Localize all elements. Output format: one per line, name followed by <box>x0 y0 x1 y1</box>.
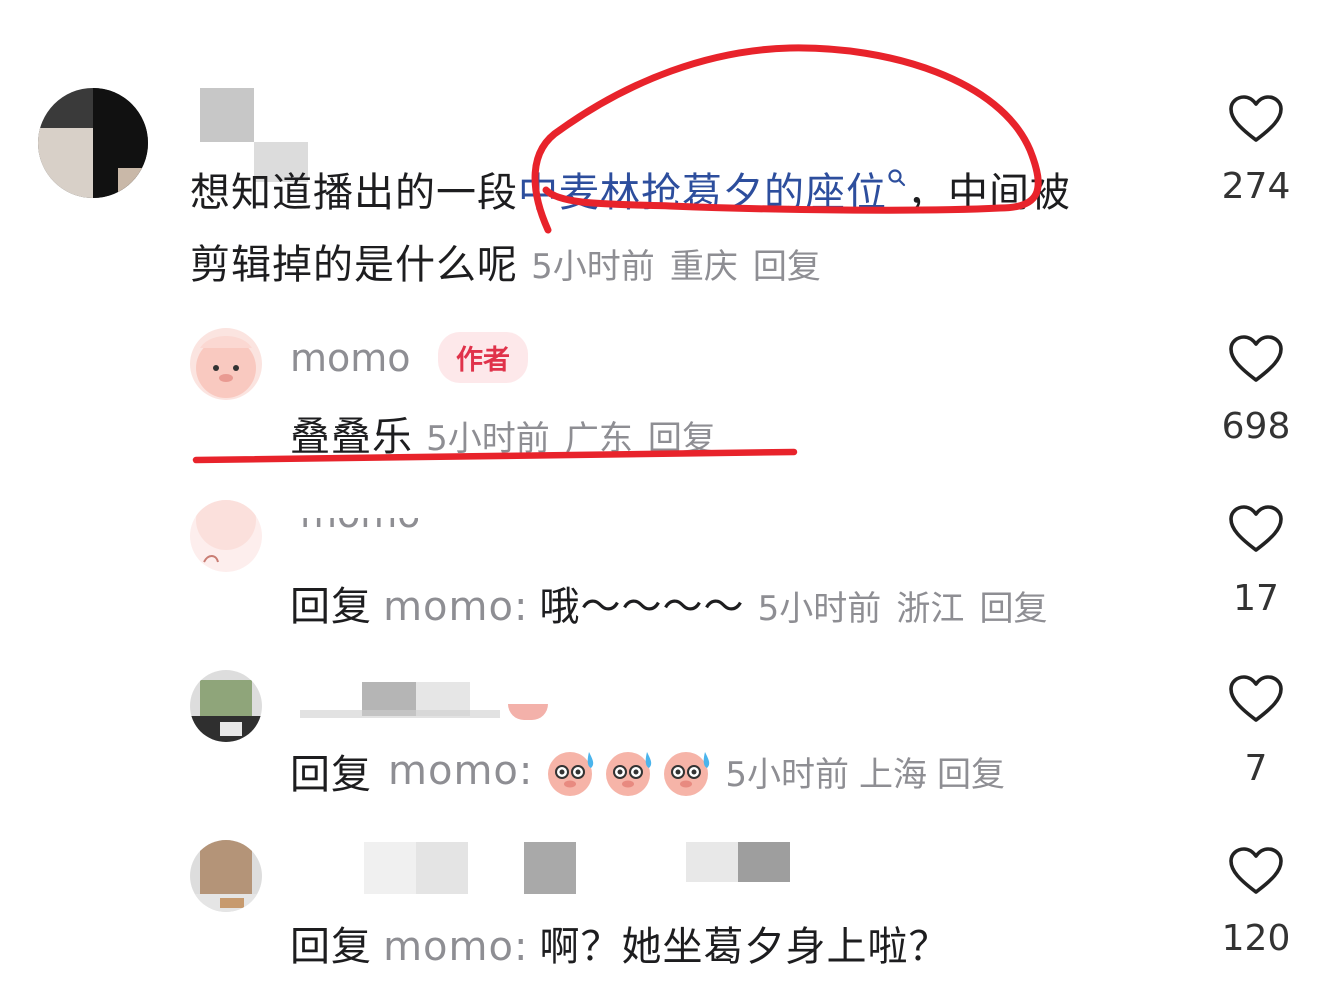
reply-prefix: 回复 <box>290 584 372 630</box>
like-count: 17 <box>1233 578 1279 619</box>
heart-outline-icon[interactable] <box>1228 504 1284 554</box>
comment-body: 回复 momo: 哦～～～～ 5小时前 浙江 回复 <box>290 574 1047 632</box>
comment-text: 剪辑掉的是什么呢 <box>190 242 518 288</box>
like-count: 120 <box>1221 918 1291 959</box>
pig-emoji-icon <box>508 704 548 720</box>
like-count: 7 <box>1244 748 1268 789</box>
annotation-underline <box>192 448 798 464</box>
location: 上海 <box>859 754 927 795</box>
username-redacted <box>364 842 416 894</box>
timestamp: 5小时前 <box>757 589 882 629</box>
pig-avatar-icon <box>196 336 256 398</box>
username-redacted <box>416 842 468 894</box>
heart-outline-icon[interactable] <box>1228 846 1284 896</box>
avatar[interactable] <box>38 88 148 198</box>
timestamp: 5小时前 <box>725 754 849 795</box>
comment-text: 想知道播出的一段 <box>190 170 518 216</box>
username-redacted <box>300 710 500 718</box>
username-clipped: momo <box>300 518 418 540</box>
annotation-circle <box>531 44 1042 234</box>
comment-text: 啊？她坐葛夕身上啦？ <box>539 924 950 970</box>
reply-prefix: 回复 <box>290 752 372 798</box>
username[interactable]: momo <box>290 336 411 380</box>
reply-button[interactable]: 回复 <box>937 747 1005 796</box>
reply-prefix: 回复 <box>290 924 372 970</box>
location: 重庆 <box>669 247 738 287</box>
reply-to-username[interactable]: momo: <box>388 748 533 794</box>
timestamp: 5小时前 <box>531 247 655 287</box>
avatar[interactable] <box>190 500 262 572</box>
author-badge: 作者 <box>438 332 528 383</box>
like-count: 274 <box>1221 166 1291 207</box>
username[interactable]: momo <box>300 518 418 536</box>
username-redacted <box>200 88 254 142</box>
comment-text-line2: 剪辑掉的是什么呢 5小时前 重庆 回复 <box>190 232 821 290</box>
sweat-smile-emoji <box>606 752 652 796</box>
sweat-smile-emoji <box>664 752 710 796</box>
comment-body: 回复 momo: 5小时前 上海 回复 <box>290 742 1005 800</box>
reply-button[interactable]: 回复 <box>979 589 1047 629</box>
location: 浙江 <box>896 589 965 629</box>
like-count: 698 <box>1221 406 1291 447</box>
heart-outline-icon[interactable] <box>1228 94 1284 144</box>
username-redacted <box>524 842 576 894</box>
reply-button[interactable]: 回复 <box>753 247 821 287</box>
comment-text: 哦～～～～ <box>539 584 745 630</box>
avatar[interactable] <box>190 328 262 400</box>
username-redacted <box>738 842 790 882</box>
heart-outline-icon[interactable] <box>1228 334 1284 384</box>
avatar[interactable] <box>190 670 262 742</box>
reply-to-username[interactable]: momo: <box>383 924 528 970</box>
pig-avatar-icon <box>196 500 256 563</box>
username-redacted <box>686 842 738 882</box>
reply-to-username[interactable]: momo: <box>383 584 528 630</box>
comment-body: 回复 momo: 啊？她坐葛夕身上啦？ <box>290 914 950 972</box>
sweat-smile-emoji <box>548 752 594 796</box>
avatar[interactable] <box>190 840 262 912</box>
heart-outline-icon[interactable] <box>1228 674 1284 724</box>
